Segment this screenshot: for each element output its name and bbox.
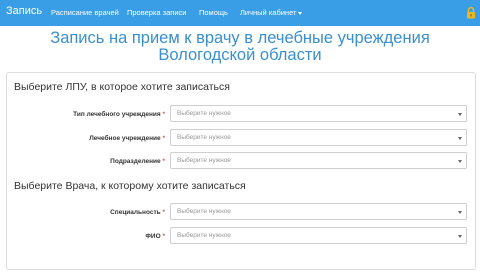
- required-marker: *: [162, 158, 165, 165]
- select-specialty-value: Выберите нужное: [177, 208, 231, 215]
- page-title: Запись на прием к врачу в лечебные учреж…: [50, 29, 430, 64]
- label-facility-text: Лечебное учреждение: [89, 135, 161, 142]
- select-facility-type[interactable]: Выберите нужное: [170, 105, 467, 122]
- select-department[interactable]: Выберите нужное: [170, 152, 467, 169]
- label-full-name-text: ФИО: [145, 233, 161, 240]
- label-full-name: ФИО *: [10, 233, 165, 240]
- select-full-name[interactable]: Выберите нужное: [170, 227, 467, 244]
- section-heading-lpu: Выберите ЛПУ, в которое хотите записатьс…: [14, 81, 230, 93]
- select-facility-value: Выберите нужное: [177, 134, 231, 141]
- chevron-down-icon: [458, 160, 462, 163]
- top-navbar: Запись Расписание врачей Проверка записи…: [0, 0, 480, 26]
- label-department-text: Подразделение: [110, 158, 161, 165]
- select-specialty[interactable]: Выберите нужное: [170, 203, 467, 220]
- select-department-value: Выберите нужное: [177, 157, 231, 164]
- label-facility-type: Тип лечебного учреждения *: [10, 111, 165, 118]
- select-facility[interactable]: Выберите нужное: [170, 129, 467, 146]
- navbar-brand[interactable]: Запись: [6, 5, 42, 17]
- chevron-down-icon: [458, 113, 462, 116]
- section-heading-doctor: Выберите Врача, к которому хотите записа…: [14, 180, 246, 192]
- nav-item-help[interactable]: Помощь: [199, 8, 228, 17]
- nav-item-account[interactable]: Личный кабинет: [240, 8, 303, 17]
- select-facility-type-value: Выберите нужное: [177, 110, 231, 117]
- required-marker: *: [162, 233, 165, 240]
- nav-item-account-label: Личный кабинет: [240, 8, 297, 17]
- chevron-down-icon: [458, 235, 462, 238]
- label-department: Подразделение *: [10, 158, 165, 165]
- required-marker: *: [162, 111, 165, 118]
- label-specialty-text: Специальность: [110, 209, 161, 216]
- chevron-down-icon: [458, 211, 462, 214]
- chevron-down-icon: [458, 137, 462, 140]
- required-marker: *: [162, 209, 165, 216]
- select-full-name-value: Выберите нужное: [177, 232, 231, 239]
- label-facility: Лечебное учреждение *: [10, 135, 165, 142]
- nav-item-check-appointment[interactable]: Проверка записи: [127, 8, 186, 17]
- required-marker: *: [162, 135, 165, 142]
- label-facility-type-text: Тип лечебного учреждения: [73, 111, 161, 118]
- nav-item-schedule[interactable]: Расписание врачей: [51, 8, 119, 17]
- chevron-down-icon: [298, 11, 303, 15]
- lock-icon[interactable]: [466, 6, 476, 19]
- label-specialty: Специальность *: [10, 209, 165, 216]
